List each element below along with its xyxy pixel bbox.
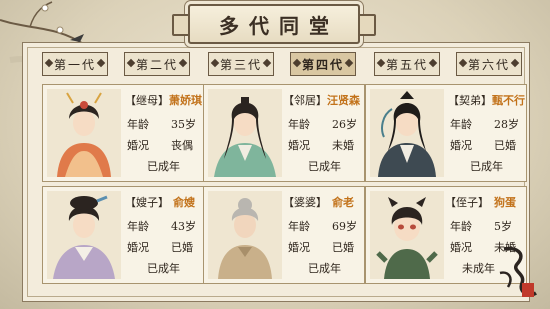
marital-label: 婚况 [127,241,149,254]
tab-label: 第二代 [135,57,178,72]
character-name: 汪贤森 [327,94,360,107]
calligraphy-seal-logo [499,246,537,297]
marital-value: 已婚 [171,241,193,254]
tab-label: 第三代 [219,57,262,72]
portrait-nephew [370,191,444,279]
generation-tabs: 第一代 第二代 第三代 第四代 第五代 第六代 [42,52,522,76]
game-screen: 多代同堂 第一代 第二代 第三代 第四代 第五代 第六代 【继母】萧娇琪 年龄 3… [0,0,550,309]
title-banner: 多代同堂 [172,4,376,44]
tab-label: 第一代 [53,57,96,72]
marital-value: 已婚 [494,139,516,152]
marital-label: 婚况 [450,241,472,254]
age-label: 年龄 [288,118,310,131]
tab-gen-1[interactable]: 第一代 [42,52,108,76]
tab-label: 第六代 [467,57,510,72]
adult-status: 已成年 [470,160,503,173]
character-name: 萧娇琪 [169,94,202,107]
adult-status: 未成年 [462,262,495,275]
tab-gen-2[interactable]: 第二代 [124,52,190,76]
age-label: 年龄 [127,118,149,131]
relation: 【继母】 [125,94,169,107]
marital-label: 婚况 [127,139,149,152]
portrait-sworn-brother [370,89,444,177]
relation: 【邻居】 [283,94,327,107]
relation-name-label: 【邻居】汪贤森 [283,92,360,108]
family-card[interactable]: 【继母】萧娇琪 年龄 35岁 婚况 丧偶 已成年 [42,84,204,182]
tab-gen-5[interactable]: 第五代 [374,52,440,76]
age-label: 年龄 [450,118,472,131]
age-label: 年龄 [288,220,310,233]
age-value: 5岁 [494,220,512,233]
relation-name-label: 【侄子】 [445,194,489,210]
marital-value: 未婚 [332,139,354,152]
relation: 【婆婆】 [283,196,327,209]
page-title: 多代同堂 [219,13,339,38]
adult-status: 已成年 [147,160,180,173]
relation-name-label: 俞老 [332,194,354,210]
relation-name-label: 【婆婆】 [283,194,327,210]
age-value: 28岁 [494,118,519,131]
marital-label: 婚况 [288,139,310,152]
tab-label: 第四代 [301,57,344,72]
tab-label: 第五代 [385,57,428,72]
character-name: 狗蛋 [494,196,516,209]
relation-name-label: 【嫂子】 [125,194,169,210]
portrait-neighbor [208,89,282,177]
age-value: 35岁 [171,118,196,131]
adult-status: 已成年 [308,262,341,275]
relation-name-label: 【契弟】甄不行 [448,92,525,108]
adult-status: 已成年 [147,262,180,275]
relation-name-label: 狗蛋 [494,194,516,210]
marital-label: 婚况 [288,241,310,254]
portrait-mother-in-law [208,191,282,279]
relation: 【侄子】 [445,196,489,209]
age-value: 43岁 [171,220,196,233]
family-card[interactable]: 【婆婆】 俞老 年龄 69岁 婚况 已婚 已成年 [203,186,365,284]
age-value: 69岁 [332,220,357,233]
relation: 【契弟】 [448,94,492,107]
marital-value: 已婚 [332,241,354,254]
tab-gen-3[interactable]: 第三代 [208,52,274,76]
age-label: 年龄 [127,220,149,233]
age-value: 26岁 [332,118,357,131]
family-card[interactable]: 【邻居】汪贤森 年龄 26岁 婚况 未婚 已成年 [203,84,365,182]
portrait-sister-in-law [47,191,121,279]
character-name: 俞嫂 [173,196,195,209]
marital-value: 丧偶 [171,139,193,152]
character-name: 甄不行 [492,94,525,107]
portrait-stepmother [47,89,121,177]
adult-status: 已成年 [308,160,341,173]
character-name: 俞老 [332,196,354,209]
relation-name-label: 俞嫂 [173,194,195,210]
family-card[interactable]: 【嫂子】 俞嫂 年龄 43岁 婚况 已婚 已成年 [42,186,204,284]
marital-label: 婚况 [450,139,472,152]
age-label: 年龄 [450,220,472,233]
relation: 【嫂子】 [125,196,169,209]
tab-gen-6[interactable]: 第六代 [456,52,522,76]
family-card[interactable]: 【契弟】甄不行 年龄 28岁 婚况 已婚 已成年 [365,84,527,182]
relation-name-label: 【继母】萧娇琪 [125,92,202,108]
tab-gen-4[interactable]: 第四代 [290,52,356,76]
